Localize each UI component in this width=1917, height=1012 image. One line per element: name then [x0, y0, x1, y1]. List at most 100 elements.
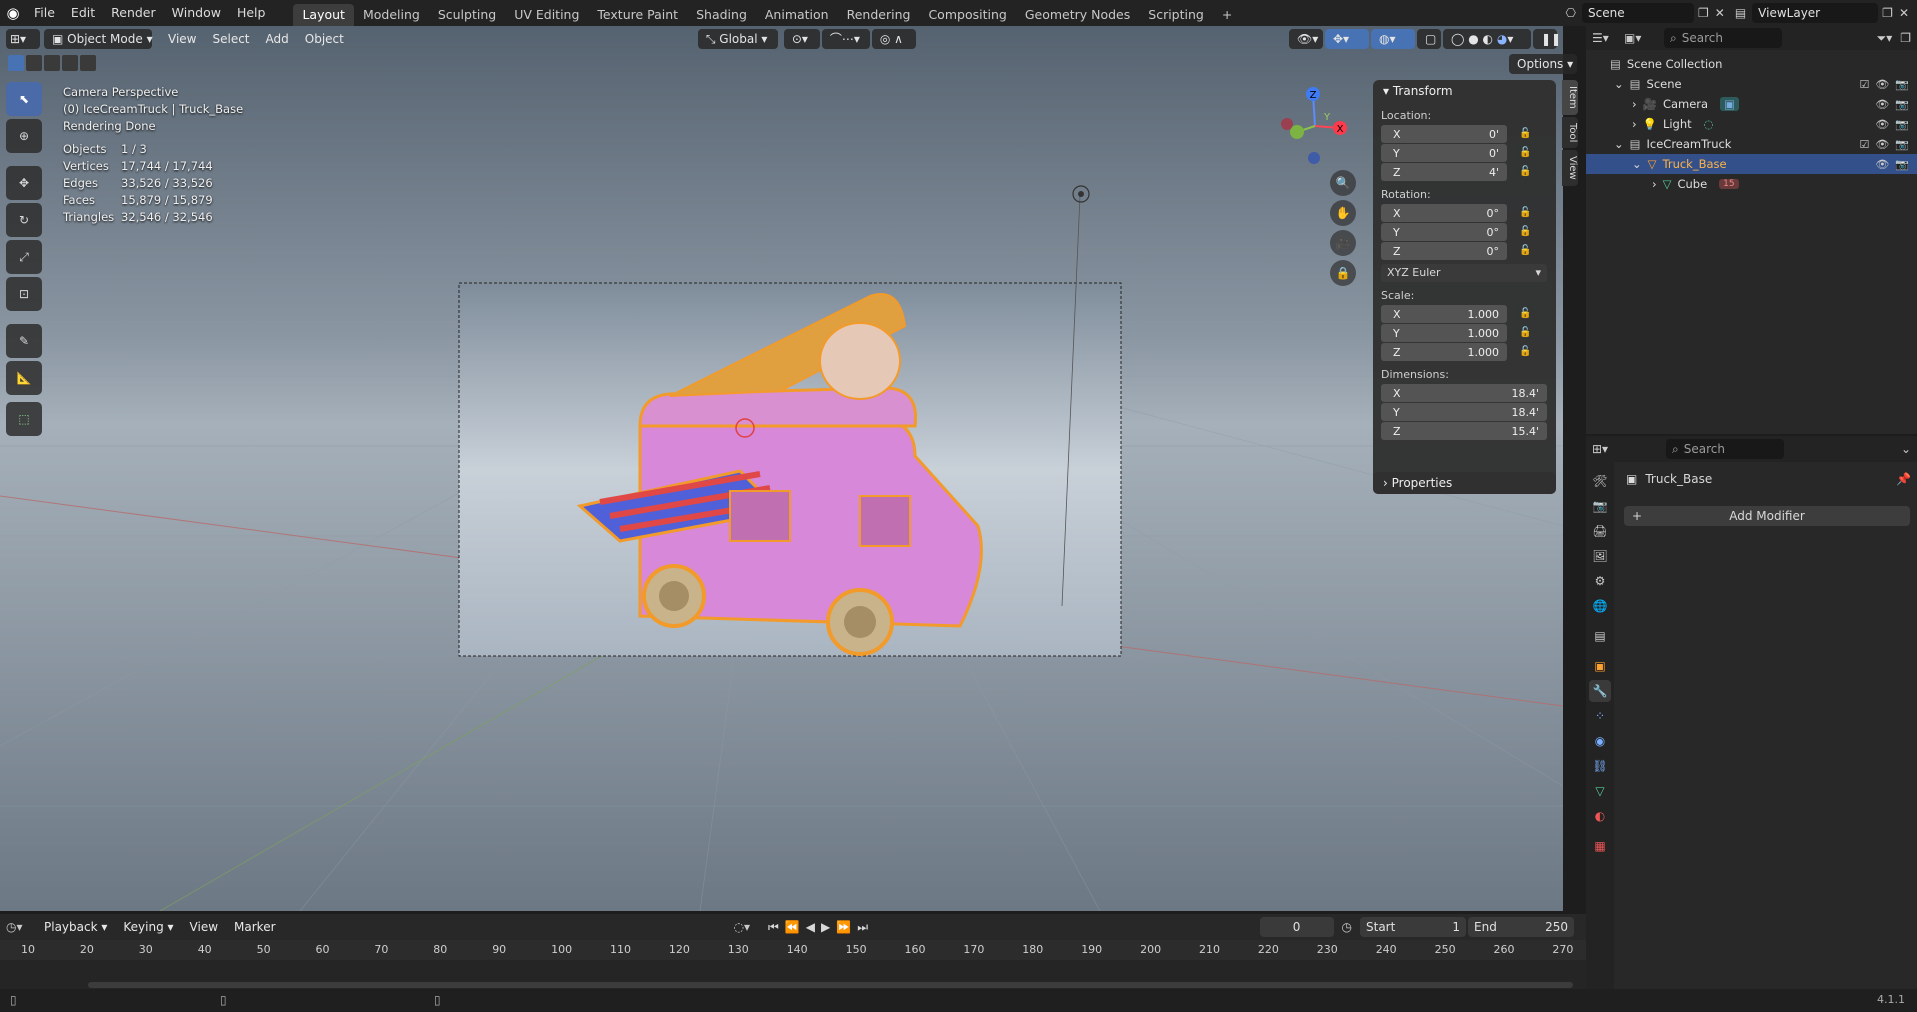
render-properties-icon[interactable]: 📷 — [1589, 495, 1611, 517]
checkbox-icon[interactable]: ☑ — [1859, 138, 1869, 151]
view-layer-properties-icon[interactable]: 🖼 — [1589, 545, 1611, 567]
properties-search-input[interactable]: ⌕ Search — [1666, 439, 1784, 459]
scale-y-field[interactable]: Y 1.000 — [1381, 324, 1507, 342]
camera-render-icon[interactable]: 📷 — [1895, 118, 1909, 131]
tab-item[interactable]: Item — [1562, 80, 1578, 115]
move-tool[interactable]: ✥ — [6, 166, 42, 200]
blender-logo-icon[interactable]: ◉ — [0, 4, 26, 22]
measure-tool[interactable]: 📐 — [6, 361, 42, 395]
rotation-y-field[interactable]: Y 0° — [1381, 223, 1507, 241]
expand-chevron-icon[interactable]: ⌄ — [1614, 77, 1624, 91]
shading-mode-buttons[interactable]: ◯ ● ◐ ◕▾ — [1443, 29, 1531, 49]
viewport-menu-object[interactable]: Object — [297, 29, 352, 49]
selection-mode-buttons[interactable] — [8, 55, 96, 71]
chevron-down-icon[interactable]: ⌄ — [1901, 442, 1911, 456]
texture-properties-icon[interactable]: ▦ — [1589, 835, 1611, 857]
add-workspace-button[interactable]: + — [1213, 4, 1241, 26]
location-x-field[interactable]: X 0' — [1381, 125, 1507, 143]
navigation-gizmo[interactable]: Z X Y — [1270, 84, 1360, 174]
view-layer-selector[interactable]: ViewLayer — [1752, 3, 1879, 23]
lock-icon[interactable]: 🔓 — [1519, 308, 1533, 320]
start-frame-field[interactable]: Start 1 — [1360, 917, 1466, 937]
pan-hand-icon[interactable]: ✋ — [1330, 200, 1356, 226]
tab-view[interactable]: View — [1562, 150, 1578, 186]
select-intersect-icon[interactable] — [80, 55, 96, 71]
lock-icon[interactable]: 🔓 — [1519, 166, 1533, 178]
scale-x-field[interactable]: X 1.000 — [1381, 305, 1507, 323]
location-y-field[interactable]: Y 0' — [1381, 144, 1507, 162]
timeline-menu-marker[interactable]: Marker — [226, 917, 283, 937]
transform-orientation-selector[interactable]: ⤡ Global ▾ — [697, 29, 778, 49]
camera-data-icon[interactable]: ▣ — [1720, 97, 1739, 111]
timeline-menu-playback[interactable]: Playback ▾ — [36, 917, 115, 937]
visibility-button[interactable]: 👁▾ — [1289, 29, 1323, 49]
viewport-menu-view[interactable]: View — [160, 29, 204, 49]
tab-uv-editing[interactable]: UV Editing — [505, 4, 588, 26]
add-cube-tool[interactable]: ⬚ — [6, 402, 42, 436]
menu-file[interactable]: File — [26, 0, 63, 26]
new-scene-icon[interactable]: ❐ — [1698, 6, 1709, 20]
play-reverse-icon[interactable]: ◀ — [806, 920, 815, 934]
expand-chevron-icon[interactable]: ⌄ — [1614, 137, 1624, 151]
rotation-mode-dropdown[interactable]: XYZ Euler ▾ — [1381, 264, 1547, 282]
constraints-properties-icon[interactable]: ⛓ — [1589, 755, 1611, 777]
material-properties-icon[interactable]: ◐ — [1589, 805, 1611, 827]
scene-selector[interactable]: Scene — [1582, 3, 1694, 23]
checkbox-icon[interactable]: ☑ — [1859, 78, 1869, 91]
snapping-button[interactable]: ⌒⋯▾ — [821, 29, 870, 49]
menu-help[interactable]: Help — [229, 0, 274, 26]
outliner-search-input[interactable]: ⌕ Search — [1664, 28, 1782, 48]
output-properties-icon[interactable]: 🖨 — [1589, 520, 1611, 542]
timeline-ruler[interactable]: 10 20 30 40 50 60 70 80 90 100 110 120 130 140 150 160 1… — [0, 940, 1586, 960]
delete-scene-icon[interactable]: ✕ — [1715, 6, 1725, 20]
new-view-layer-icon[interactable]: ❐ — [1882, 6, 1893, 20]
expand-chevron-icon[interactable]: ⌄ — [1632, 157, 1642, 171]
editor-type-button[interactable]: ⊞▾ — [6, 29, 40, 49]
pause-render-button[interactable]: ❚❚ — [1533, 29, 1561, 49]
rotate-tool[interactable]: ↻ — [6, 203, 42, 237]
rotation-z-field[interactable]: Z 0° — [1381, 242, 1507, 260]
outliner-row-icecreamtruck[interactable]: ⌄ ▤ IceCreamTruck ☑ 👁 📷 — [1586, 134, 1917, 154]
lock-icon[interactable]: 🔓 — [1519, 327, 1533, 339]
expand-chevron-icon[interactable]: › — [1632, 117, 1637, 131]
outliner-editor-type-icon[interactable]: ☰▾ — [1592, 31, 1618, 45]
outliner-row-scene-collection[interactable]: ▤ Scene Collection — [1586, 54, 1917, 74]
cursor-tool[interactable]: ⊕ — [6, 119, 42, 153]
tab-texture-paint[interactable]: Texture Paint — [588, 4, 687, 26]
eye-icon[interactable]: 👁 — [1875, 158, 1889, 171]
camera-render-icon[interactable]: 📷 — [1895, 158, 1909, 171]
lock-icon[interactable]: 🔓 — [1519, 147, 1533, 159]
collection-properties-icon[interactable]: ▤ — [1589, 625, 1611, 647]
timeline-menu-keying[interactable]: Keying ▾ — [115, 917, 181, 937]
outliner-row-light[interactable]: › 💡 Light ◌ 👁 📷 — [1586, 114, 1917, 134]
eye-icon[interactable]: 👁 — [1875, 78, 1889, 91]
add-modifier-button[interactable]: + Add Modifier — [1624, 506, 1910, 526]
location-z-field[interactable]: Z 4' — [1381, 163, 1507, 181]
viewport-menu-select[interactable]: Select — [204, 29, 257, 49]
object-properties-icon[interactable]: ▣ — [1589, 655, 1611, 677]
select-invert-icon[interactable] — [62, 55, 78, 71]
camera-view-icon[interactable]: 🎥 — [1330, 230, 1356, 256]
timeline-editor-type-icon[interactable]: ◷▾ — [6, 920, 36, 934]
lock-icon[interactable]: 🔓 — [1519, 207, 1533, 219]
timeline-track[interactable] — [0, 960, 1586, 990]
scene-properties-icon[interactable]: ⚙ — [1589, 570, 1611, 592]
overlays-toggle-button[interactable]: ◍▾ — [1371, 29, 1415, 49]
expand-chevron-icon[interactable]: › — [1652, 177, 1657, 191]
select-new-icon[interactable] — [8, 55, 24, 71]
menu-edit[interactable]: Edit — [63, 0, 103, 26]
jump-keyframe-forward-icon[interactable]: ⏩ — [836, 920, 851, 934]
outliner-row-camera[interactable]: › 🎥 Camera ▣ 👁 📷 — [1586, 94, 1917, 114]
outliner-row-truck-base[interactable]: ⌄ ▽ Truck_Base 👁 📷 — [1586, 154, 1917, 174]
select-subtract-icon[interactable] — [44, 55, 60, 71]
lock-icon[interactable]: 🔓 — [1519, 346, 1533, 358]
modifier-properties-icon[interactable]: 🔧 — [1589, 680, 1611, 702]
eye-icon[interactable]: 👁 — [1875, 118, 1889, 131]
camera-render-icon[interactable]: 📷 — [1895, 138, 1909, 151]
filter-icon[interactable]: ⏷▾ — [1877, 31, 1893, 46]
properties-editor-type-icon[interactable]: ⊞▾ — [1592, 442, 1622, 456]
transform-tool[interactable]: ⊡ — [6, 277, 42, 311]
data-properties-icon[interactable]: ▽ — [1589, 780, 1611, 802]
tool-settings-icon[interactable]: 🛠 — [1589, 470, 1611, 492]
viewport-menu-add[interactable]: Add — [258, 29, 297, 49]
